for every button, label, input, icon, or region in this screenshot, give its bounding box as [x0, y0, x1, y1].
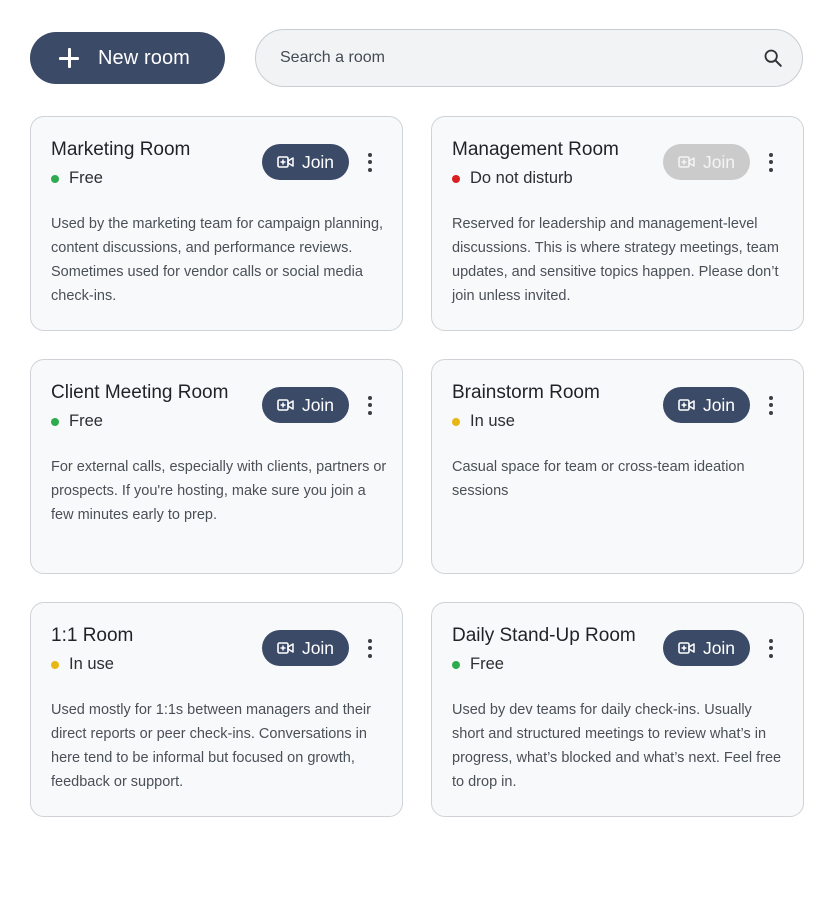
status-label: In use: [470, 412, 515, 430]
status-dot: [51, 660, 59, 669]
search-icon[interactable]: [762, 47, 784, 69]
status-dot: [452, 174, 460, 183]
join-button[interactable]: Join: [663, 144, 750, 180]
room-card: Marketing Room Free Join Used by the mar…: [30, 116, 403, 331]
status-dot: [452, 660, 460, 669]
status-label: Free: [470, 655, 504, 673]
join-button[interactable]: Join: [262, 630, 349, 666]
status-label: Do not disturb: [470, 169, 573, 187]
join-label: Join: [301, 637, 335, 658]
room-status: Free: [452, 655, 504, 674]
room-status: Free: [51, 412, 103, 431]
video-camera-icon: [277, 156, 294, 168]
more-options-icon[interactable]: [762, 391, 780, 419]
video-camera-icon: [277, 399, 294, 411]
join-button[interactable]: Join: [262, 387, 349, 423]
status-dot: [51, 417, 59, 426]
more-options-icon[interactable]: [762, 634, 780, 662]
room-title: Marketing Room: [51, 139, 191, 160]
search-input[interactable]: [280, 49, 762, 67]
search-box[interactable]: [255, 29, 803, 87]
video-camera-icon: [277, 642, 294, 654]
join-button[interactable]: Join: [262, 144, 349, 180]
status-label: In use: [69, 655, 114, 673]
room-status: In use: [452, 412, 515, 431]
join-label: Join: [702, 637, 736, 658]
status-label: Free: [69, 169, 103, 187]
room-title: Client Meeting Room: [51, 382, 229, 403]
room-title: Management Room: [452, 139, 619, 160]
room-description: Used by the marketing team for campaign …: [51, 216, 384, 304]
video-camera-icon: [678, 156, 695, 168]
more-options-icon[interactable]: [762, 148, 780, 176]
room-description: Casual space for team or cross-team idea…: [452, 459, 745, 499]
plus-icon: [58, 47, 80, 69]
new-room-button[interactable]: New room: [30, 32, 225, 84]
room-title: Brainstorm Room: [452, 382, 600, 403]
video-camera-icon: [678, 399, 695, 411]
status-label: Free: [69, 412, 103, 430]
room-title: Daily Stand-Up Room: [452, 625, 636, 646]
room-status: In use: [51, 655, 114, 674]
room-card: Client Meeting Room Free Join For extern…: [30, 359, 403, 574]
room-description: Used mostly for 1:1s between managers an…: [51, 702, 371, 790]
join-label: Join: [301, 151, 335, 172]
new-room-label: New room: [98, 46, 190, 69]
room-card: 1:1 Room In use Join Used mostly for 1:1…: [30, 602, 403, 817]
video-camera-icon: [678, 642, 695, 654]
room-card: Brainstorm Room In use Join Casual space…: [431, 359, 804, 574]
room-status: Do not disturb: [452, 169, 573, 188]
status-dot: [452, 417, 460, 426]
join-button[interactable]: Join: [663, 630, 750, 666]
room-description: Used by dev teams for daily check-ins. U…: [452, 702, 782, 790]
room-card: Daily Stand-Up Room Free Join Used by de…: [431, 602, 804, 817]
room-status: Free: [51, 169, 103, 188]
join-button[interactable]: Join: [663, 387, 750, 423]
room-title: 1:1 Room: [51, 625, 134, 646]
more-options-icon[interactable]: [361, 391, 379, 419]
more-options-icon[interactable]: [361, 148, 379, 176]
room-description: For external calls, especially with clie…: [51, 459, 387, 523]
join-label: Join: [702, 151, 736, 172]
status-dot: [51, 174, 59, 183]
join-label: Join: [301, 394, 335, 415]
room-card: Management Room Do not disturb Join Rese…: [431, 116, 804, 331]
room-description: Reserved for leadership and management-l…: [452, 216, 779, 304]
join-label: Join: [702, 394, 736, 415]
more-options-icon[interactable]: [361, 634, 379, 662]
